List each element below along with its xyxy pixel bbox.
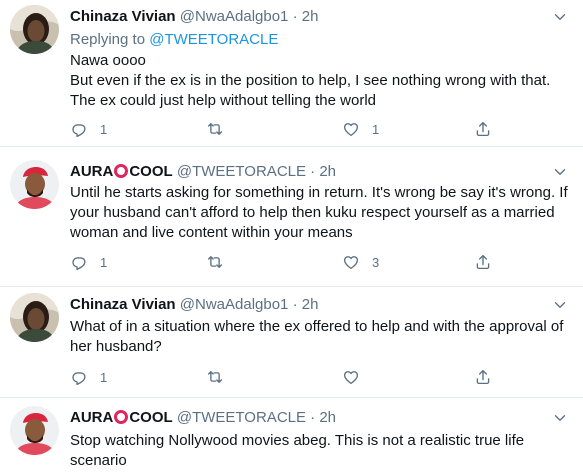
- retweet-icon: [206, 120, 224, 138]
- tweet-text-line: scenario: [70, 452, 127, 469]
- share-icon: [474, 253, 492, 271]
- tweet[interactable]: Chinaza Vivian @NwaAdalgbo1 · 2h Replyin…: [0, 0, 583, 147]
- tweet[interactable]: AURA COOL @TWEETORACLE · 2h Until he star…: [0, 147, 583, 287]
- more-caret-icon[interactable]: [551, 409, 569, 427]
- display-name-part: COOL: [129, 409, 173, 426]
- avatar[interactable]: [10, 5, 59, 54]
- more-caret-icon[interactable]: [551, 296, 569, 314]
- reply-count: 1: [100, 369, 108, 385]
- replying-prefix: Replying to: [70, 31, 150, 48]
- reply-button[interactable]: 1: [70, 252, 107, 272]
- reply-icon: [70, 368, 88, 386]
- replying-to: Replying to @TWEETORACLE: [70, 31, 278, 48]
- reply-icon: [70, 120, 88, 138]
- timestamp[interactable]: 2h: [302, 296, 319, 313]
- separator-dot: ·: [310, 163, 316, 180]
- like-button[interactable]: [342, 367, 372, 387]
- tweet-actions: 1 3: [70, 252, 540, 272]
- share-icon: [474, 120, 492, 138]
- display-name[interactable]: AURA COOL: [70, 409, 173, 426]
- more-caret-icon[interactable]: [551, 163, 569, 181]
- tweet-header: Chinaza Vivian @NwaAdalgbo1 · 2h: [70, 296, 318, 314]
- like-count: 1: [372, 121, 380, 137]
- tweet-text-line: her husband?: [70, 338, 162, 355]
- tweet-text-line: your husband can't afford to help then k…: [70, 204, 555, 221]
- reply-button[interactable]: 1: [70, 367, 107, 387]
- share-button[interactable]: [474, 367, 492, 387]
- display-name-part: AURA: [70, 163, 114, 180]
- avatar[interactable]: [10, 406, 59, 455]
- separator-dot: ·: [310, 409, 316, 426]
- retweet-icon: [206, 253, 224, 271]
- tweet-text-line: Nawa oooo: [70, 52, 146, 69]
- reply-icon: [70, 253, 88, 271]
- share-button[interactable]: [474, 119, 492, 139]
- retweet-button[interactable]: [206, 367, 236, 387]
- share-icon: [474, 368, 492, 386]
- tweet-header: Chinaza Vivian @NwaAdalgbo1 · 2h: [70, 8, 318, 26]
- like-button[interactable]: 3: [342, 252, 379, 272]
- timestamp[interactable]: 2h: [319, 163, 336, 180]
- tweet-text-line: woman and live content within your means: [70, 224, 353, 241]
- tweet-text-line: Stop watching Nollywood movies abeg. Thi…: [70, 432, 525, 449]
- reply-count: 1: [100, 254, 108, 270]
- user-handle[interactable]: @TWEETORACLE: [177, 409, 306, 426]
- red-ring-emoji: [114, 410, 129, 424]
- timestamp[interactable]: 2h: [319, 409, 336, 426]
- avatar[interactable]: [10, 160, 59, 209]
- user-handle[interactable]: @TWEETORACLE: [177, 163, 306, 180]
- tweet-header: AURA COOL @TWEETORACLE · 2h: [70, 409, 336, 427]
- red-ring-emoji: [114, 164, 129, 178]
- separator-dot: ·: [292, 296, 298, 313]
- tweet-actions: 1 1: [70, 119, 540, 139]
- retweet-button[interactable]: [206, 119, 236, 139]
- retweet-icon: [206, 368, 224, 386]
- more-caret-icon[interactable]: [551, 8, 569, 26]
- avatar[interactable]: [10, 293, 59, 342]
- display-name[interactable]: AURA COOL: [70, 163, 173, 180]
- like-icon: [342, 368, 360, 386]
- user-handle[interactable]: @NwaAdalgbo1: [180, 296, 289, 313]
- separator-dot: ·: [292, 8, 298, 25]
- user-handle[interactable]: @NwaAdalgbo1: [180, 8, 289, 25]
- tweet-text-line: Until he starts asking for something in …: [70, 184, 568, 201]
- tweet-text-line: But even if the ex is in the position to…: [70, 72, 551, 89]
- like-icon: [342, 120, 360, 138]
- reply-count: 1: [100, 121, 108, 137]
- reply-button[interactable]: 1: [70, 119, 107, 139]
- replying-to-link[interactable]: @TWEETORACLE: [149, 31, 278, 48]
- like-icon: [342, 253, 360, 271]
- timestamp[interactable]: 2h: [302, 8, 319, 25]
- like-count: 3: [372, 254, 380, 270]
- tweet-text: Nawa oooo But even if the ex is in the p…: [70, 51, 575, 111]
- tweet-actions: 1: [70, 367, 540, 387]
- retweet-button[interactable]: [206, 252, 236, 272]
- tweet[interactable]: AURA COOL @TWEETORACLE · 2h Stop watching…: [0, 398, 583, 472]
- display-name-part: AURA: [70, 409, 114, 426]
- tweet-header: AURA COOL @TWEETORACLE · 2h: [70, 163, 336, 181]
- display-name-part: COOL: [129, 163, 173, 180]
- tweet-text-line: What of in a situation where the ex offe…: [70, 318, 564, 335]
- tweet[interactable]: Chinaza Vivian @NwaAdalgbo1 · 2h What of…: [0, 287, 583, 398]
- share-button[interactable]: [474, 252, 492, 272]
- tweet-text-line: The ex could just help without telling t…: [70, 92, 377, 109]
- display-name[interactable]: Chinaza Vivian: [70, 296, 176, 313]
- like-button[interactable]: 1: [342, 119, 379, 139]
- tweet-text: What of in a situation where the ex offe…: [70, 317, 575, 357]
- tweet-text: Stop watching Nollywood movies abeg. Thi…: [70, 431, 575, 471]
- tweet-text: Until he starts asking for something in …: [70, 183, 575, 243]
- display-name[interactable]: Chinaza Vivian: [70, 8, 176, 25]
